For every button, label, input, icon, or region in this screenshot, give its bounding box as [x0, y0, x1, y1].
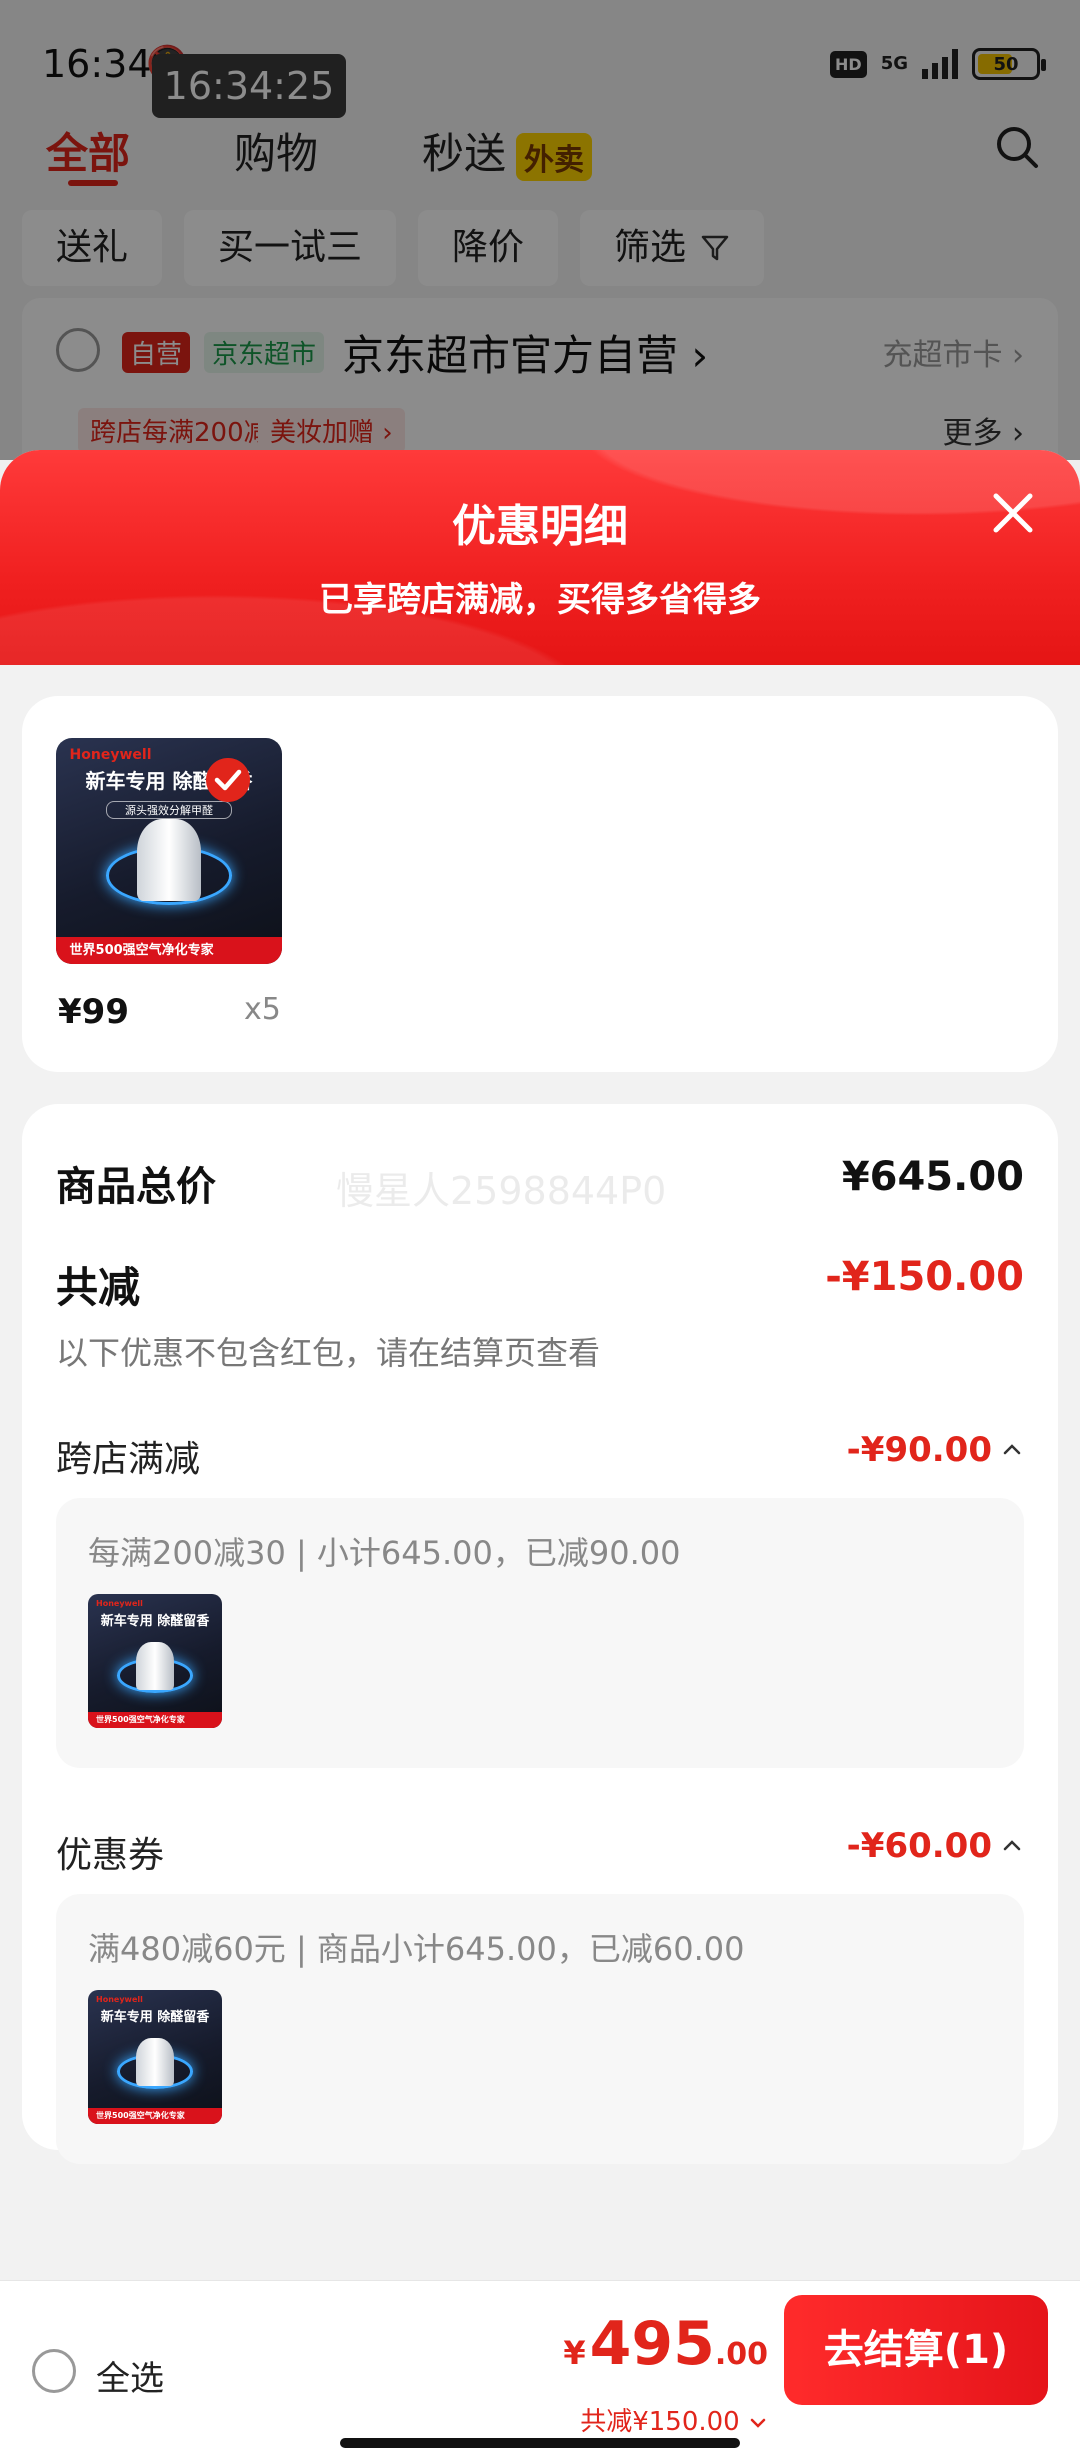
sheet-header: 优惠明细 已享跨店满减，买得多省得多	[0, 450, 1080, 665]
close-icon[interactable]	[988, 488, 1038, 538]
product-banner: 世界500强空气净化专家	[56, 936, 282, 964]
product-subline: 源头强效分解甲醛	[105, 801, 233, 820]
sheet-subtitle: 已享跨店满减，买得多省得多	[319, 580, 761, 620]
product-banner: 世界500强空气净化专家	[88, 2107, 222, 2124]
chevron-up-icon	[1003, 1840, 1021, 1851]
coupon-label: 优惠券	[56, 1835, 165, 1876]
brand-logo: Honeywell	[96, 1599, 143, 1609]
discount-detail-sheet: 优惠明细 已享跨店满减，买得多省得多 Honeywell 新车专用 除醛留香 源…	[0, 450, 1080, 2460]
total-price-label: 商品总价	[56, 1164, 216, 1210]
final-price-currency: ¥	[563, 2334, 586, 2372]
product-card: Honeywell 新车专用 除醛留香 源头强效分解甲醛 世界500强空气净化专…	[22, 696, 1058, 1072]
coupon-detail: 满480减60元 | 商品小计645.00，已减60.00 Honeywell …	[56, 1894, 1024, 2164]
final-price: ¥ 495 .00	[563, 2309, 768, 2379]
product-thumbnail[interactable]: Honeywell 新车专用 除醛留香 世界500强空气净化专家	[88, 1594, 222, 1728]
select-all-radio[interactable]	[32, 2349, 76, 2393]
product-price: ¥99	[58, 992, 129, 1032]
checkmark-icon	[206, 758, 250, 802]
product-headline: 新车专用 除醛留香	[100, 2010, 210, 2026]
chevron-down-icon	[750, 2418, 766, 2428]
product-thumbnail[interactable]: Honeywell 新车专用 除醛留香 世界500强空气净化专家	[88, 1990, 222, 2124]
product-banner: 世界500强空气净化专家	[88, 1711, 222, 1728]
dim-overlay[interactable]	[0, 0, 1080, 460]
total-discount-label: 共减	[56, 1263, 141, 1312]
coupon-toggle[interactable]: -¥60.00	[847, 1826, 1024, 1866]
discount-summary-card: 商品总价 慢星人2598844P0 ¥645.00 共减 -¥150.00 以下…	[22, 1104, 1058, 2164]
select-all-label[interactable]: 全选	[96, 2351, 164, 2400]
saved-amount-toggle[interactable]: 共减¥150.00	[580, 2401, 768, 2438]
final-price-integer: 495	[589, 2309, 715, 2379]
sheet-title: 优惠明细	[452, 501, 628, 552]
total-discount-value: -¥150.00	[825, 1254, 1024, 1300]
product-quantity: x5	[244, 992, 281, 1027]
cross-store-discount-label: 跨店满减	[56, 1439, 201, 1480]
discount-note: 以下优惠不包含红包，请在结算页查看	[56, 1334, 601, 1372]
cross-store-discount-toggle[interactable]: -¥90.00	[847, 1430, 1024, 1470]
checkout-button[interactable]: 去结算(1)	[784, 2295, 1048, 2405]
checkout-bar: 全选 ¥ 495 .00 共减¥150.00 去结算(1)	[0, 2280, 1080, 2460]
total-price-value: ¥645.00	[841, 1154, 1024, 1200]
cross-store-discount-desc: 每满200减30 | 小计645.00，已减90.00	[88, 1534, 681, 1572]
brand-logo: Honeywell	[96, 1995, 143, 2005]
final-price-decimal: .00	[714, 2337, 768, 2372]
product-headline: 新车专用 除醛留香	[100, 1614, 210, 1630]
brand-logo: Honeywell	[69, 747, 152, 764]
saved-amount: 共减¥150.00	[580, 2407, 740, 2437]
coupon-desc: 满480减60元 | 商品小计645.00，已减60.00	[88, 1930, 745, 1968]
coupon-value: -¥60.00	[846, 1826, 992, 1866]
home-indicator[interactable]	[340, 2438, 740, 2448]
cross-store-discount-value: -¥90.00	[846, 1430, 992, 1470]
chevron-up-icon	[1003, 1444, 1021, 1455]
cross-store-discount-detail: 每满200减30 | 小计645.00，已减90.00 Honeywell 新车…	[56, 1498, 1024, 1768]
watermark: 慢星人2598844P0	[336, 1169, 667, 1213]
